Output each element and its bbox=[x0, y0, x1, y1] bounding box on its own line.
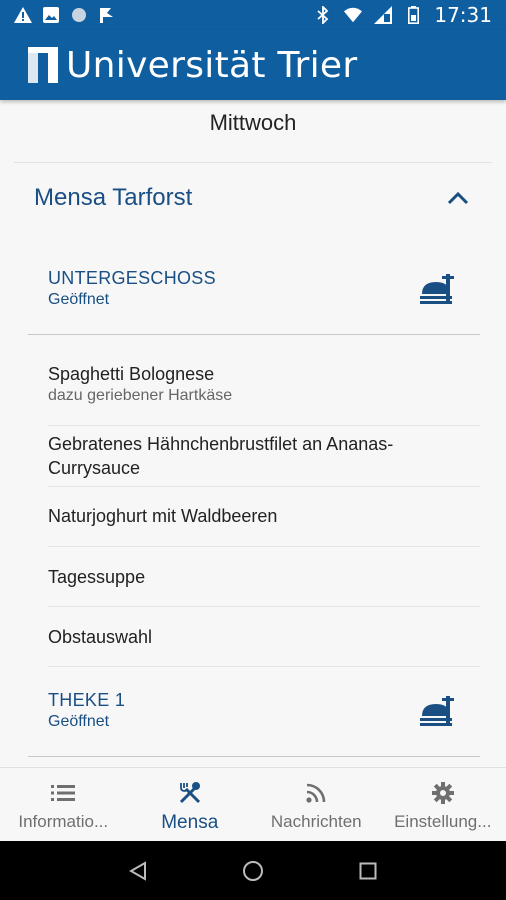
section-divider bbox=[28, 756, 480, 757]
recents-icon[interactable] bbox=[356, 859, 380, 883]
chevron-up-icon[interactable] bbox=[444, 184, 472, 212]
meal-item[interactable]: Obstauswahl bbox=[28, 625, 480, 649]
meal-side: dazu geriebener Hartkäse bbox=[48, 387, 233, 404]
meal-item[interactable]: Naturjoghurt mit Waldbeeren bbox=[28, 504, 480, 528]
section-divider bbox=[28, 334, 480, 335]
meal-divider bbox=[48, 606, 480, 607]
warning-icon bbox=[14, 6, 32, 24]
home-icon[interactable] bbox=[241, 859, 265, 883]
system-navigation-bar bbox=[0, 841, 506, 900]
brand-title: Universität Trier bbox=[66, 44, 358, 86]
list-icon bbox=[50, 780, 76, 806]
divider bbox=[14, 162, 492, 163]
dish-icon bbox=[420, 274, 454, 304]
nav-label: Mensa bbox=[161, 812, 219, 833]
meal-name: Naturjoghurt mit Waldbeeren bbox=[48, 506, 278, 526]
meal-divider bbox=[48, 666, 480, 667]
rss-icon bbox=[303, 780, 329, 806]
meal-item[interactable]: Spaghetti Bolognese dazu geriebener Hart… bbox=[28, 362, 480, 406]
meal-divider bbox=[48, 425, 480, 426]
battery-icon bbox=[404, 6, 422, 24]
circle-icon bbox=[70, 6, 88, 24]
university-logo-icon bbox=[28, 47, 58, 83]
wifi-icon bbox=[344, 6, 363, 24]
meal-item[interactable]: Gebratenes Hähnchenbrustfilet an Ananas-… bbox=[28, 432, 480, 480]
meal-name: Spaghetti Bolognese bbox=[48, 364, 215, 384]
section-title: THEKE 1 bbox=[48, 689, 126, 710]
gear-icon bbox=[430, 780, 456, 806]
section-status: Geöffnet bbox=[48, 290, 110, 308]
image-icon bbox=[42, 6, 60, 24]
clock: 17:31 bbox=[434, 3, 492, 27]
mensa-name: Mensa Tarforst bbox=[34, 184, 193, 211]
counter-section-untergeschoss[interactable]: UNTERGESCHOSS Geöffnet bbox=[28, 248, 480, 328]
counter-section-theke-1[interactable]: THEKE 1 Geöffnet bbox=[28, 670, 480, 750]
cutlery-icon bbox=[177, 780, 203, 806]
flag-icon bbox=[98, 6, 116, 24]
menu-content[interactable]: Mittwoch Mensa Tarforst UNTERGESCHOSS Ge… bbox=[0, 100, 506, 767]
back-icon[interactable] bbox=[126, 859, 150, 883]
meal-divider bbox=[48, 546, 480, 547]
meal-name: Obstauswahl bbox=[48, 627, 153, 647]
bottom-navigation: Informatio... Mensa Nachrichten Einstell… bbox=[0, 767, 506, 841]
section-status: Geöffnet bbox=[48, 712, 110, 730]
nav-mensa[interactable]: Mensa bbox=[127, 768, 254, 841]
meal-name: Tagessuppe bbox=[48, 567, 146, 587]
nav-einstellungen[interactable]: Einstellung... bbox=[380, 768, 506, 841]
app-header: Universität Trier bbox=[0, 30, 506, 100]
day-title: Mittwoch bbox=[209, 110, 297, 135]
meal-name: Gebratenes Hähnchenbrustfilet an Ananas-… bbox=[48, 434, 394, 478]
bluetooth-icon bbox=[314, 6, 332, 24]
meal-divider bbox=[48, 486, 480, 487]
nav-label: Nachrichten bbox=[270, 812, 362, 831]
section-title: UNTERGESCHOSS bbox=[48, 267, 216, 288]
meal-item[interactable]: Tagessuppe bbox=[28, 565, 480, 589]
signal-icon bbox=[374, 6, 393, 24]
status-bar: 17:31 bbox=[0, 0, 506, 30]
nav-label: Einstellung... bbox=[394, 812, 492, 831]
nav-nachrichten[interactable]: Nachrichten bbox=[253, 768, 380, 841]
mensa-accordion-header[interactable]: Mensa Tarforst bbox=[14, 166, 492, 230]
nav-label: Informatio... bbox=[18, 812, 109, 831]
dish-icon bbox=[420, 696, 454, 726]
nav-informationen[interactable]: Informatio... bbox=[0, 768, 127, 841]
